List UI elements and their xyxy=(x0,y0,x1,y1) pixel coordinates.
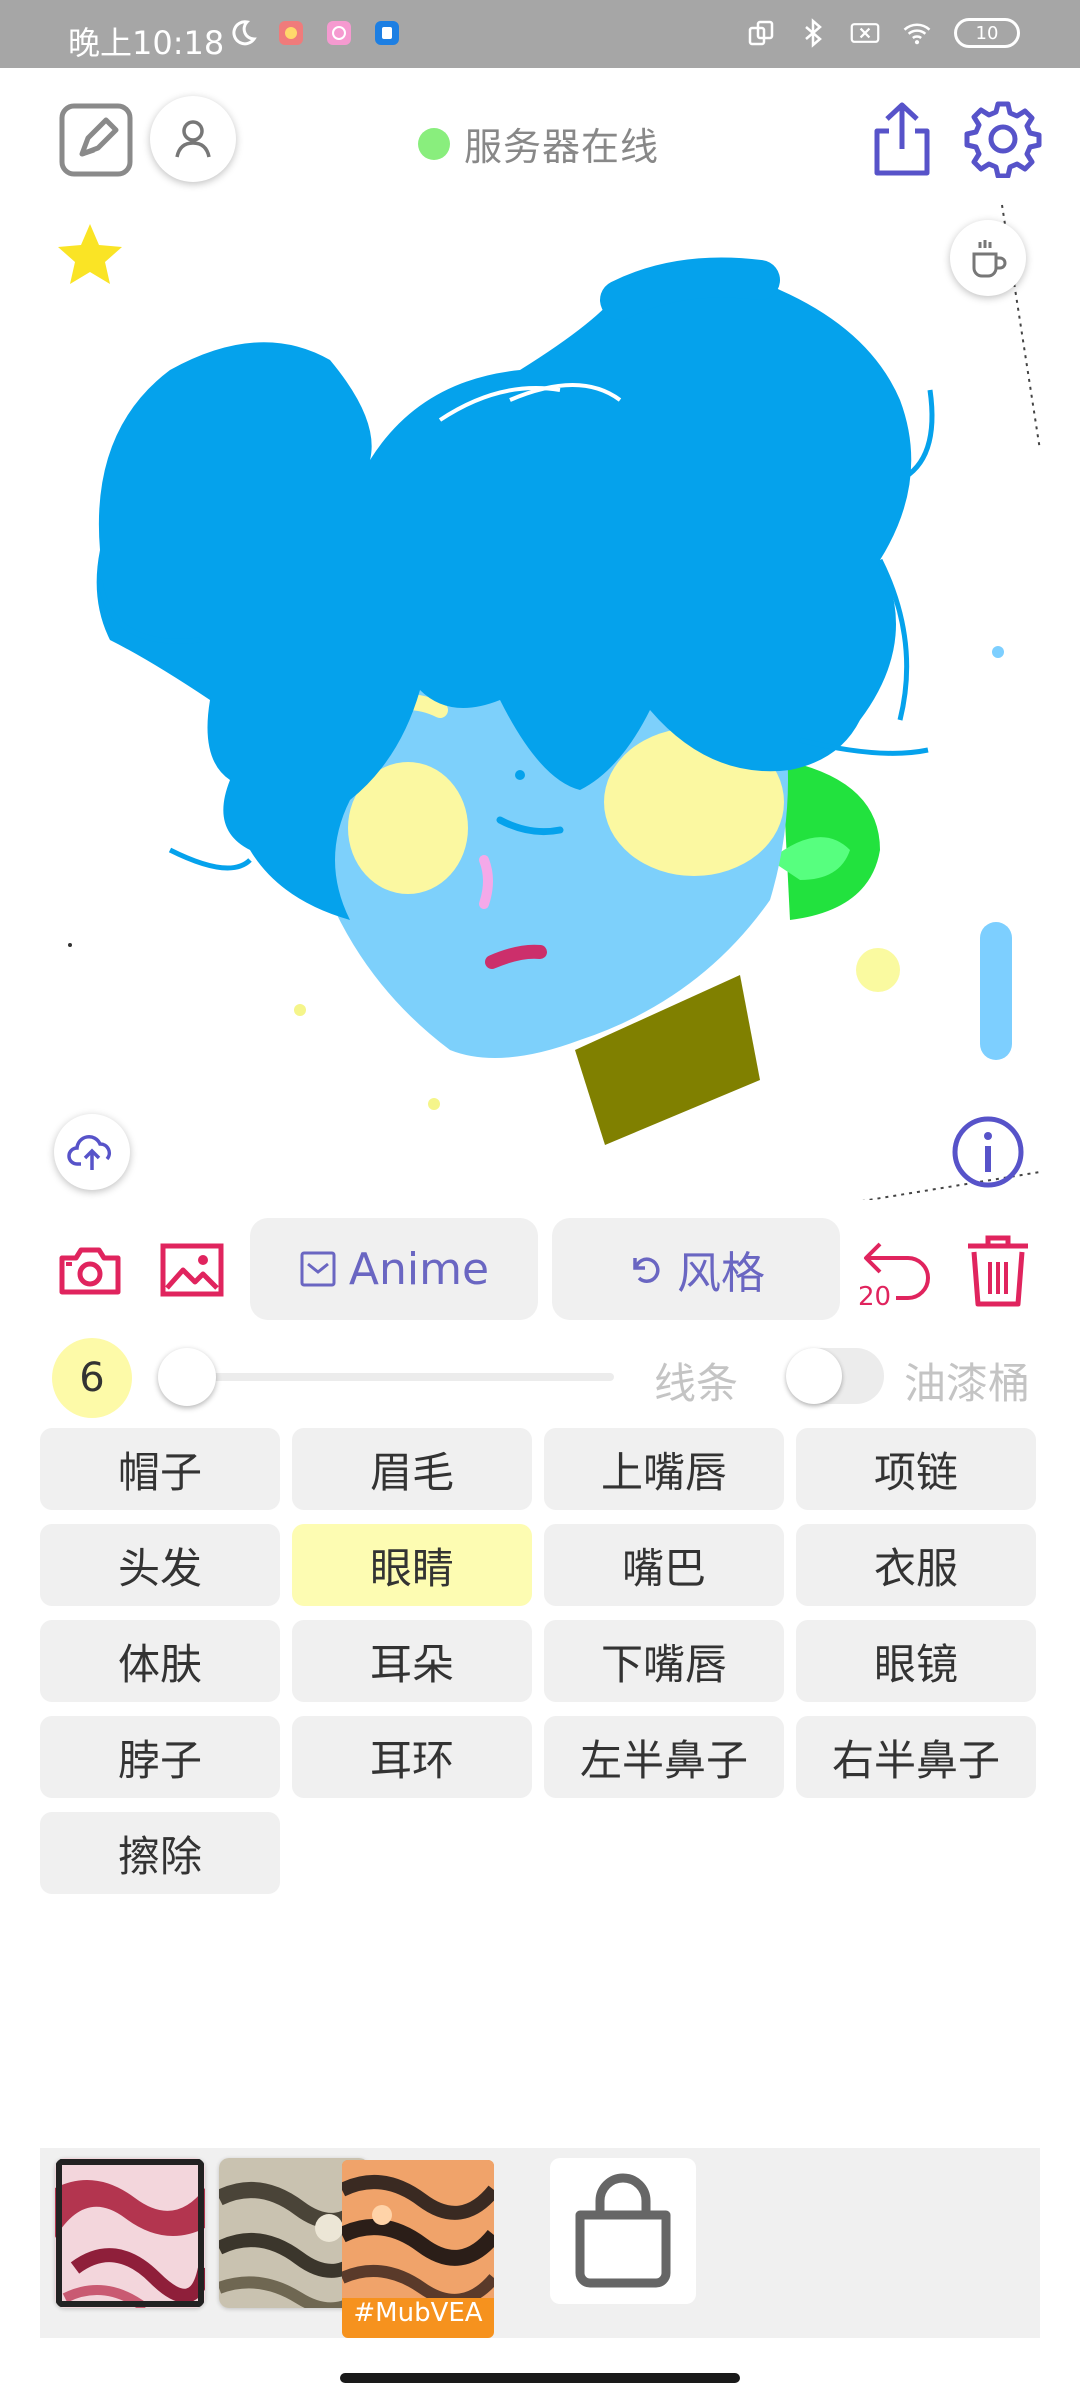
user-icon xyxy=(175,120,211,158)
draw-edit-button[interactable] xyxy=(56,100,136,180)
toggle-knob xyxy=(786,1348,842,1404)
image-icon xyxy=(160,1243,224,1297)
brush-size-slider-track[interactable] xyxy=(166,1373,614,1381)
app-notification-icon xyxy=(276,18,306,48)
app-notification-icon xyxy=(372,18,402,48)
coffee-button[interactable] xyxy=(950,220,1026,296)
checkbox-icon xyxy=(300,1251,336,1287)
share-icon xyxy=(874,102,930,176)
part-button[interactable]: 脖子 xyxy=(40,1716,280,1798)
bluetooth-icon xyxy=(798,18,828,48)
status-time: 晚上10:18 xyxy=(68,24,225,62)
server-status-dot xyxy=(418,127,450,160)
undo-count: 20 xyxy=(858,1282,892,1312)
info-icon xyxy=(952,1116,1024,1188)
server-status: 服务器在线 xyxy=(418,116,659,171)
upload-button[interactable] xyxy=(54,1114,130,1190)
part-button[interactable]: 眼镜 xyxy=(796,1620,1036,1702)
paint-bucket-label: 油漆桶 xyxy=(904,1359,1031,1408)
restyle-label: 风格 xyxy=(677,1248,765,1299)
settings-gear-icon xyxy=(964,101,1042,178)
delete-button[interactable] xyxy=(958,1232,1038,1308)
shopping-bag-icon xyxy=(575,2173,671,2288)
part-button[interactable]: 耳朵 xyxy=(292,1620,532,1702)
refresh-icon xyxy=(633,1257,660,1283)
part-button[interactable]: 头发 xyxy=(40,1524,280,1606)
restyle-button[interactable]: 风格 xyxy=(552,1218,840,1320)
trash-icon xyxy=(968,1235,1028,1307)
paint-bucket-toggle[interactable] xyxy=(786,1348,884,1404)
part-button[interactable]: 眉毛 xyxy=(292,1428,532,1510)
info-button[interactable] xyxy=(950,1114,1026,1190)
coffee-cup-icon xyxy=(972,240,1007,278)
no-sim-icon xyxy=(850,18,880,48)
part-button[interactable]: 上嘴唇 xyxy=(544,1428,784,1510)
style-thumbnail[interactable] xyxy=(55,2158,205,2308)
app-notification-icon xyxy=(324,18,354,48)
part-button[interactable]: 体肤 xyxy=(40,1620,280,1702)
part-button[interactable]: 项链 xyxy=(796,1428,1036,1510)
wifi-icon xyxy=(902,18,932,48)
status-bar: 晚上10:18 10 xyxy=(0,0,1080,68)
anime-drawing xyxy=(68,204,1041,1206)
settings-button[interactable] xyxy=(962,96,1044,182)
battery-icon: 10 xyxy=(954,18,1020,48)
share-button[interactable] xyxy=(864,96,940,182)
camera-icon xyxy=(59,1247,121,1295)
tools-row: Anime 风格 20 xyxy=(0,1218,1080,1322)
part-button[interactable]: 帽子 xyxy=(40,1428,280,1510)
part-button[interactable]: 嘴巴 xyxy=(544,1524,784,1606)
selected-style-tag: #MubVEA xyxy=(353,2298,483,2328)
moon-icon xyxy=(228,18,258,48)
server-status-text: 服务器在线 xyxy=(464,125,660,169)
camera-button[interactable] xyxy=(52,1232,128,1308)
part-button[interactable]: 左半鼻子 xyxy=(544,1716,784,1798)
part-button[interactable]: 眼睛 xyxy=(292,1524,532,1606)
part-buttons-grid: 帽子 眉毛 上嘴唇 项链头发 眼睛 嘴巴 衣服体肤 耳朵 下嘴唇 眼镜脖子 耳环 左半鼻子 右半鼻子擦除 xyxy=(40,1428,1038,1894)
gallery-button[interactable] xyxy=(154,1232,230,1308)
screen-icon xyxy=(746,18,776,48)
part-button[interactable]: 擦除 xyxy=(40,1812,280,1894)
status-icons-left xyxy=(228,18,402,48)
part-button[interactable]: 右半鼻子 xyxy=(796,1716,1036,1798)
drawing-canvas[interactable] xyxy=(0,200,1080,1206)
style-thumbnail-selected[interactable] xyxy=(342,2160,494,2298)
brush-size-indicator: 6 xyxy=(52,1338,132,1418)
status-icons-right: 10 xyxy=(746,18,1020,48)
part-button[interactable]: 耳环 xyxy=(292,1716,532,1798)
line-mode-label: 线条 xyxy=(654,1359,739,1408)
draw-edit-icon xyxy=(59,103,133,177)
part-button[interactable]: 衣服 xyxy=(796,1524,1036,1606)
star-icon[interactable] xyxy=(56,222,124,288)
brush-size-slider-thumb[interactable] xyxy=(158,1348,216,1406)
part-button[interactable]: 下嘴唇 xyxy=(544,1620,784,1702)
style-select-button[interactable]: Anime xyxy=(250,1218,538,1320)
user-button[interactable] xyxy=(150,96,236,182)
style-select-label: Anime xyxy=(348,1243,490,1295)
upload-cloud-icon xyxy=(67,1135,112,1170)
home-indicator[interactable] xyxy=(340,2373,740,2383)
style-shop-button[interactable] xyxy=(550,2158,696,2304)
